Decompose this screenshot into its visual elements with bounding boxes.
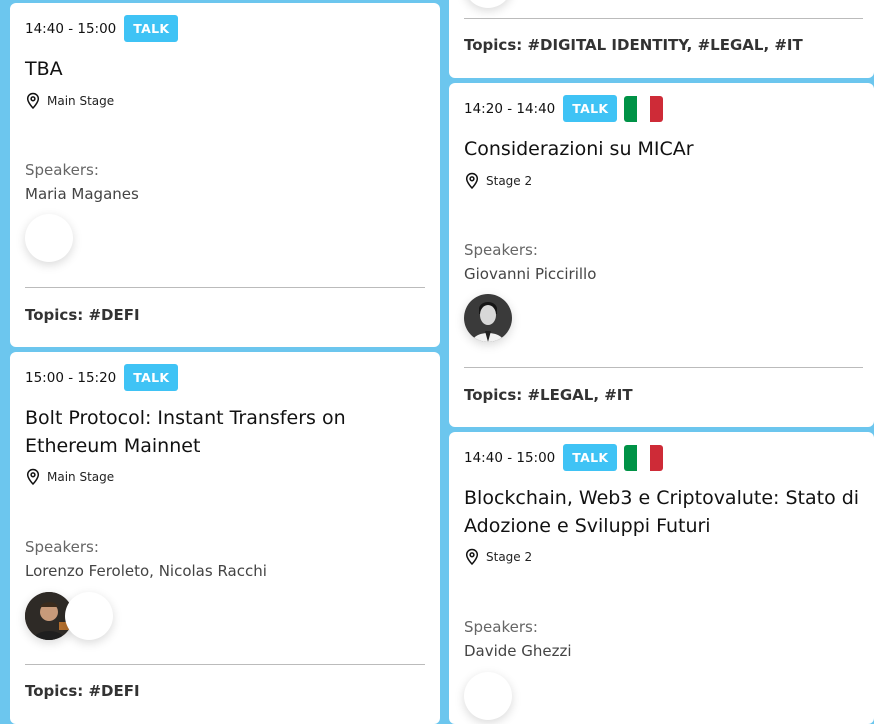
session-card[interactable]: 15:00 - 15:20 TALK Bolt Protocol: Instan… <box>10 352 440 724</box>
person-photo-icon <box>464 294 512 342</box>
talk-badge: TALK <box>563 444 618 471</box>
speaker-avatar[interactable] <box>464 0 512 8</box>
session-time: 14:20 - 14:40 <box>464 100 556 117</box>
location-label: Main Stage <box>47 470 115 484</box>
speaker-avatar[interactable] <box>65 592 113 640</box>
location-pin-icon <box>26 468 40 486</box>
session-card[interactable]: 14:40 - 15:00 TALK TBA Main Stage Speake… <box>10 3 440 347</box>
session-card[interactable]: Topics: #DIGITAL IDENTITY, #LEGAL, #IT <box>449 0 874 78</box>
session-location: Stage 2 <box>464 548 532 566</box>
location-pin-icon <box>465 548 479 566</box>
location-label: Main Stage <box>47 94 115 108</box>
session-time: 14:40 - 15:00 <box>25 20 117 37</box>
talk-badge: TALK <box>563 95 618 122</box>
session-time-row: 14:40 - 15:00 TALK <box>464 444 664 471</box>
talk-badge: TALK <box>124 364 179 391</box>
session-topics: Topics: #DEFI <box>25 306 140 324</box>
speakers-label: Speakers: <box>25 538 99 556</box>
speakers-label: Speakers: <box>25 161 99 179</box>
speaker-names[interactable]: Lorenzo Feroleto, Nicolas Racchi <box>25 562 267 580</box>
speaker-names[interactable]: Giovanni Piccirillo <box>464 265 596 283</box>
session-title[interactable]: Blockchain, Web3 e Criptovalute: Stato d… <box>464 484 864 540</box>
divider <box>464 18 863 19</box>
session-card[interactable]: 14:40 - 15:00 TALK Blockchain, Web3 e Cr… <box>449 432 874 724</box>
italy-flag-icon <box>624 95 664 122</box>
speakers-label: Speakers: <box>464 241 538 259</box>
location-pin-icon <box>465 172 479 190</box>
divider <box>25 664 425 665</box>
speaker-names[interactable]: Maria Maganes <box>25 185 139 203</box>
speaker-avatar[interactable] <box>464 294 512 342</box>
session-location: Main Stage <box>25 468 114 486</box>
location-pin-icon <box>26 92 40 110</box>
session-topics: Topics: #DIGITAL IDENTITY, #LEGAL, #IT <box>464 36 803 54</box>
divider <box>464 367 863 368</box>
session-location: Main Stage <box>25 92 114 110</box>
speakers-label: Speakers: <box>464 618 538 636</box>
session-title[interactable]: TBA <box>25 55 425 83</box>
speaker-avatar[interactable] <box>464 672 512 720</box>
divider <box>25 287 425 288</box>
session-time: 14:40 - 15:00 <box>464 449 556 466</box>
session-location: Stage 2 <box>464 172 532 190</box>
speaker-avatar[interactable] <box>25 214 73 262</box>
session-time: 15:00 - 15:20 <box>25 369 117 386</box>
session-card[interactable]: 14:20 - 14:40 TALK Considerazioni su MIC… <box>449 83 874 427</box>
location-label: Stage 2 <box>486 174 533 188</box>
session-title[interactable]: Considerazioni su MICAr <box>464 135 859 163</box>
talk-badge: TALK <box>124 15 179 42</box>
session-time-row: 15:00 - 15:20 TALK <box>25 364 179 391</box>
speaker-names[interactable]: Davide Ghezzi <box>464 642 572 660</box>
location-label: Stage 2 <box>486 550 533 564</box>
session-time-row: 14:40 - 15:00 TALK <box>25 15 179 42</box>
session-title[interactable]: Bolt Protocol: Instant Transfers on Ethe… <box>25 404 425 460</box>
session-topics: Topics: #DEFI <box>25 682 140 700</box>
session-time-row: 14:20 - 14:40 TALK <box>464 95 664 122</box>
session-topics: Topics: #LEGAL, #IT <box>464 386 633 404</box>
italy-flag-icon <box>624 444 664 471</box>
